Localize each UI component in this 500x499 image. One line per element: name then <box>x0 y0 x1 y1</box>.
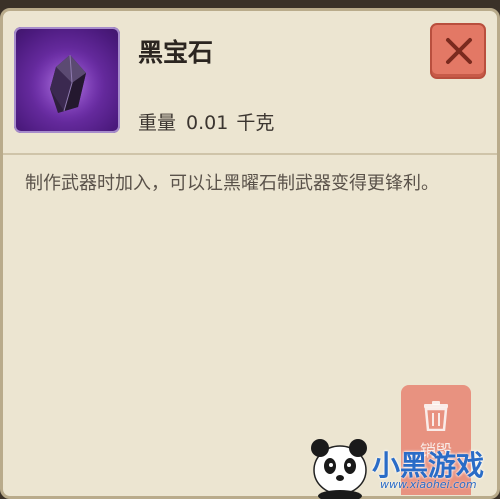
header-divider <box>3 153 497 155</box>
weight-unit: 千克 <box>236 112 275 134</box>
item-detail-panel: 黑宝石 重量 0.01 千克 制作武器时加入，可以让黑曜石制武器变得更锋利。 销毁 <box>0 8 500 499</box>
item-weight: 重量 0.01 千克 <box>138 108 274 135</box>
item-description: 制作武器时加入，可以让黑曜石制武器变得更锋利。 <box>25 173 439 194</box>
close-button[interactable] <box>430 23 486 79</box>
weight-label: 重量 <box>138 112 177 134</box>
watermark-url: www.xiaohei.com <box>380 478 477 491</box>
trash-icon <box>424 401 448 431</box>
item-name: 黑宝石 <box>138 38 214 67</box>
item-header: 黑宝石 重量 0.01 千克 <box>3 11 497 153</box>
panda-icon <box>311 439 367 499</box>
close-icon <box>446 38 472 64</box>
weight-value: 0.01 <box>186 112 229 134</box>
black-gem-icon <box>14 27 120 133</box>
